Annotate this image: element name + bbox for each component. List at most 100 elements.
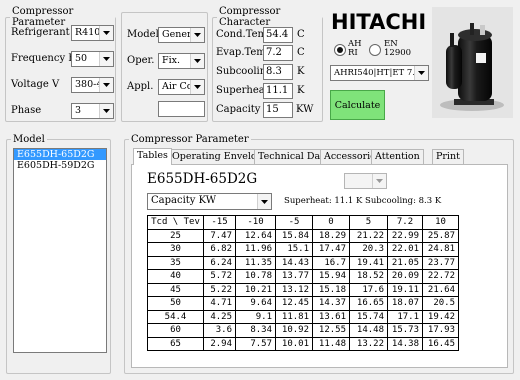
table-cell: 9.64 bbox=[235, 296, 276, 311]
table-cell: 21.22 bbox=[349, 228, 388, 243]
table-cell: 14.37 bbox=[312, 296, 350, 311]
table-row: 45 5.22 10.21 13.12 15.18 17.6 19.11 21.64 bbox=[147, 282, 459, 297]
table-cell: 18.07 bbox=[387, 296, 423, 311]
table-row: 30 6.82 11.96 15.1 17.47 20.3 22.01 24.81 bbox=[147, 242, 459, 257]
table-cell: 25.87 bbox=[422, 228, 459, 243]
column-header: -10 bbox=[235, 215, 276, 230]
table-cell: 21.05 bbox=[387, 255, 423, 270]
phase-label: Phase bbox=[11, 105, 42, 116]
model-listbox[interactable]: E655DH-65D2G E605DH-59D2G bbox=[13, 148, 107, 353]
chevron-down-icon[interactable] bbox=[99, 78, 113, 92]
list-item[interactable]: E605DH-59D2G bbox=[14, 160, 106, 171]
oper-label: Oper. bbox=[127, 55, 155, 66]
column-header: 7.2 bbox=[387, 215, 423, 230]
table-cell: 6.24 bbox=[203, 255, 236, 270]
standard-select[interactable]: AHRI540|HT|ET 7.2 bbox=[330, 65, 429, 81]
tab-print[interactable]: Print bbox=[432, 149, 464, 164]
evap-temp-unit: C bbox=[297, 47, 305, 58]
table-row: 60 3.6 8.34 10.92 12.55 14.48 15.73 17.93 bbox=[147, 323, 459, 338]
calculate-button[interactable]: Calculate bbox=[330, 90, 385, 120]
table-cell: 13.22 bbox=[349, 336, 388, 351]
table-cell: 4.25 bbox=[203, 309, 236, 324]
chevron-down-icon[interactable] bbox=[414, 66, 428, 80]
chevron-down-icon[interactable] bbox=[257, 194, 271, 209]
voltage-label: Voltage V bbox=[11, 79, 60, 90]
chevron-down-icon[interactable] bbox=[99, 52, 113, 66]
model-select[interactable]: General bbox=[158, 27, 205, 43]
chevron-down-icon[interactable] bbox=[190, 54, 204, 68]
table-cell: 9.1 bbox=[235, 309, 276, 324]
column-header: -15 bbox=[203, 215, 236, 230]
superheat-readout: Superheat: 11.1 K bbox=[284, 196, 363, 206]
table-cell: 16.45 bbox=[422, 336, 459, 351]
chevron-down-icon[interactable] bbox=[99, 26, 113, 40]
table-cell: 18.29 bbox=[312, 228, 350, 243]
refrigerant-select[interactable]: R410A bbox=[71, 25, 114, 41]
table-cell: 17.1 bbox=[387, 309, 423, 324]
table-row: 65 2.94 7.57 10.01 11.48 13.22 14.38 16.45 bbox=[147, 336, 459, 351]
voltage-select[interactable]: 380-41 bbox=[71, 77, 114, 93]
chevron-down-icon[interactable] bbox=[190, 80, 204, 94]
quantity-select[interactable]: Capacity KW bbox=[147, 193, 272, 210]
phase-select[interactable]: 3 bbox=[71, 103, 114, 119]
table-row: 50 4.71 9.64 12.45 14.37 16.65 18.07 20.5 bbox=[147, 296, 459, 311]
column-header: 0 bbox=[312, 215, 350, 230]
subcooling-readout: Subcooling: 8.3 K bbox=[365, 196, 442, 206]
table-cell: 19.11 bbox=[387, 282, 423, 297]
performance-table-wrap: Tcd \ Tev -15 -10 -5 0 5 7.2 10 25 7.47 12… bbox=[147, 215, 459, 351]
table-cell: 3.6 bbox=[203, 323, 236, 338]
compressor-drawing bbox=[432, 7, 513, 118]
refrigerant-label: Refrigerant bbox=[11, 27, 70, 38]
capacity-field[interactable]: 15 bbox=[263, 102, 293, 118]
tab-tables[interactable]: Tables bbox=[133, 148, 172, 165]
row-header-tcd: 54.4 bbox=[147, 309, 204, 324]
cond-temp-field[interactable]: 54.4 bbox=[263, 27, 293, 43]
evap-temp-field[interactable]: 7.2 bbox=[263, 45, 293, 61]
list-item[interactable]: E655DH-65D2G bbox=[14, 149, 106, 160]
table-cell: 6.82 bbox=[203, 242, 236, 257]
en12900-radio[interactable] bbox=[369, 44, 381, 56]
table-cell: 17.6 bbox=[349, 282, 388, 297]
ahri-radio[interactable] bbox=[334, 44, 346, 56]
table-cell: 20.3 bbox=[349, 242, 388, 257]
row-header-tcd: 25 bbox=[147, 228, 204, 243]
table-header-row: Tcd \ Tev -15 -10 -5 0 5 7.2 10 bbox=[147, 215, 459, 230]
row-header-tcd: 65 bbox=[147, 336, 204, 351]
table-cell: 16.65 bbox=[349, 296, 388, 311]
table-cell: 14.48 bbox=[349, 323, 388, 338]
subcooling-field[interactable]: 8.3 bbox=[263, 64, 293, 80]
chevron-down-icon[interactable] bbox=[372, 174, 386, 188]
table-cell: 18.52 bbox=[349, 269, 388, 284]
appl-extra-field[interactable] bbox=[158, 101, 205, 117]
radio-selected-dot bbox=[337, 47, 343, 53]
row-header-tcd: 30 bbox=[147, 242, 204, 257]
table-cell: 11.81 bbox=[275, 309, 313, 324]
tab-label: Print bbox=[436, 151, 460, 162]
tab-label: Tables bbox=[137, 150, 168, 161]
table-cell: 22.01 bbox=[387, 242, 423, 257]
table-cell: 19.42 bbox=[422, 309, 459, 324]
table-cell: 10.92 bbox=[275, 323, 313, 338]
oper-select[interactable]: Fix. bbox=[158, 53, 205, 69]
appl-select[interactable]: Air Con bbox=[158, 79, 205, 95]
ahri-radio-label: AH RI bbox=[348, 39, 362, 58]
table-row: 54.4 4.25 9.1 11.81 13.61 15.74 17.1 19.42 bbox=[147, 309, 459, 324]
table-cell: 11.48 bbox=[312, 336, 350, 351]
results-extra-select[interactable] bbox=[344, 173, 387, 189]
quantity-value: Capacity KW bbox=[151, 195, 217, 206]
frequency-select[interactable]: 50 bbox=[71, 51, 114, 67]
table-cell: 14.43 bbox=[275, 255, 313, 270]
table-cell: 23.77 bbox=[422, 255, 459, 270]
chevron-down-icon[interactable] bbox=[190, 28, 204, 42]
chevron-down-icon[interactable] bbox=[99, 104, 113, 118]
table-row: 25 7.47 12.64 15.84 18.29 21.22 22.99 25.87 bbox=[147, 228, 459, 243]
superheat-field[interactable]: 11.1 bbox=[263, 83, 293, 99]
list-item-label: E605DH-59D2G bbox=[17, 160, 95, 171]
tab-attention[interactable]: Attention bbox=[371, 149, 424, 164]
table-cell: 13.77 bbox=[275, 269, 313, 284]
row-header-tcd: 45 bbox=[147, 282, 204, 297]
table-cell: 7.47 bbox=[203, 228, 236, 243]
table-cell: 4.71 bbox=[203, 296, 236, 311]
table-cell: 11.96 bbox=[235, 242, 276, 257]
row-header-tcd: 60 bbox=[147, 323, 204, 338]
